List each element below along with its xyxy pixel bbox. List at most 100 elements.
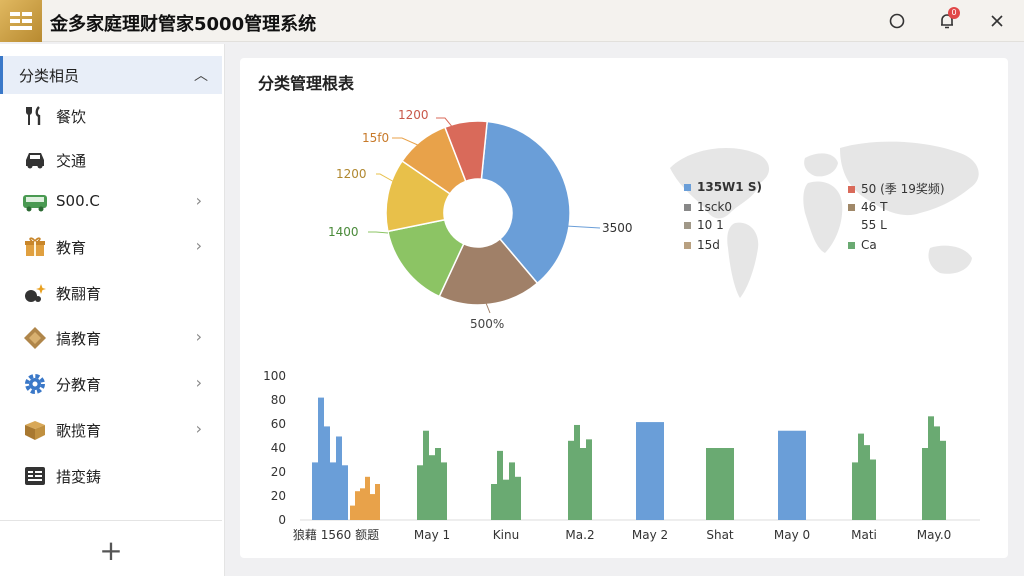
x-tick-label: Kinu: [493, 528, 519, 542]
y-tick-label: 20: [271, 489, 286, 503]
app-logo: [0, 0, 42, 42]
bar[interactable]: [792, 430, 806, 520]
close-icon[interactable]: [984, 8, 1010, 34]
bar[interactable]: [324, 426, 330, 520]
bar[interactable]: [940, 440, 946, 520]
bar[interactable]: [423, 430, 429, 520]
sidebar-header-label: 分类相员: [19, 67, 80, 85]
bar-chart: 100 80 60 40 20 20 0 狼藉 1560 额题 May 1 Kinu Ma.2 May…: [263, 369, 980, 542]
pie-label: 1200: [398, 108, 429, 122]
legend-item: Ca: [848, 238, 877, 252]
x-tick-label: May 2: [632, 528, 668, 542]
y-tick-label: 80: [271, 393, 286, 407]
x-tick-label: May.0: [917, 528, 952, 542]
legend-swatch: [848, 204, 855, 211]
notification-badge: 0: [948, 7, 960, 19]
sidebar-item-label: 教翮育: [56, 285, 102, 303]
sidebar-item-education[interactable]: 教育 ›: [0, 227, 222, 267]
bar[interactable]: [706, 448, 720, 520]
bar[interactable]: [336, 436, 342, 520]
fork-knife-icon: [22, 103, 48, 129]
legend-item: 10 1: [684, 218, 724, 232]
legend-swatch: [684, 242, 691, 249]
x-tick-label: 狼藉 1560 额题: [293, 527, 379, 542]
x-tick-label: May 0: [774, 528, 810, 542]
bar[interactable]: [580, 448, 586, 520]
sidebar-item-list[interactable]: 措変鋳: [0, 456, 222, 496]
bar[interactable]: [491, 484, 497, 520]
bar[interactable]: [858, 433, 864, 520]
bar[interactable]: [934, 426, 940, 520]
bar[interactable]: [515, 476, 521, 520]
bar[interactable]: [928, 416, 934, 520]
main-panel: 分类管理根表 1200 15f0 1200 1400 3500 500% 135…: [240, 58, 1008, 558]
legend-item: 135W1 S): [684, 180, 762, 194]
sidebar-item-label: 交通: [56, 152, 87, 170]
diamond-icon: [22, 325, 48, 351]
bar[interactable]: [417, 465, 423, 520]
x-tick-label: Ma.2: [565, 528, 594, 542]
legend-item: 15d: [684, 238, 720, 252]
app-title: 金多家庭理财管家5000管理系统: [50, 14, 317, 35]
sidebar-section-header[interactable]: 分类相员 ︿: [0, 56, 222, 94]
bar[interactable]: [503, 479, 509, 520]
bar[interactable]: [355, 491, 360, 520]
sidebar-item-diamond[interactable]: 搞教育 ›: [0, 318, 222, 358]
sidebar-item-settings[interactable]: 分教育 ›: [0, 364, 222, 404]
bar[interactable]: [509, 462, 515, 520]
y-tick-label: 100: [263, 369, 286, 383]
sidebar-item-sparkle[interactable]: 教翮育: [0, 273, 222, 313]
bar[interactable]: [574, 424, 580, 520]
bar[interactable]: [922, 448, 928, 520]
pie-label: 1400: [328, 225, 359, 239]
bar[interactable]: [342, 465, 348, 520]
bar[interactable]: [497, 450, 503, 520]
car-icon: [22, 147, 48, 173]
bar[interactable]: [586, 439, 592, 520]
sidebar-item-transport[interactable]: 交通: [0, 140, 222, 180]
bar[interactable]: [720, 448, 734, 520]
bar[interactable]: [365, 476, 370, 520]
bus-icon: [22, 189, 48, 215]
sidebar-item-box[interactable]: 歌揽育 ›: [0, 410, 222, 450]
bar[interactable]: [778, 430, 792, 520]
bar[interactable]: [435, 448, 441, 520]
bar[interactable]: [312, 462, 318, 520]
bar[interactable]: [650, 422, 664, 520]
sidebar-item-bus[interactable]: S00.C ›: [0, 182, 222, 222]
y-tick-label: 0: [278, 513, 286, 527]
pie-leader-line: [565, 225, 601, 229]
x-tick-label: Shat: [706, 528, 734, 542]
circle-icon[interactable]: [884, 8, 910, 34]
bar[interactable]: [350, 505, 355, 520]
bell-icon[interactable]: 0: [934, 7, 960, 34]
bar[interactable]: [330, 462, 336, 520]
sidebar: 分类相员 ︿ 餐饮 交通 S00.C › 教育 › 教翮育 搞教育 › 分教育 …: [0, 44, 225, 576]
sidebar-item-label: 搞教育: [56, 330, 102, 348]
sidebar-item-label: S00.C: [56, 192, 100, 210]
sidebar-item-dining[interactable]: 餐饮: [0, 96, 222, 136]
bar[interactable]: [360, 488, 365, 520]
legend-swatch: [684, 184, 691, 191]
legend-item: 46 T: [848, 200, 887, 214]
bar[interactable]: [441, 462, 447, 520]
bar[interactable]: [568, 440, 574, 520]
bar[interactable]: [852, 462, 858, 520]
sidebar-item-label: 餐饮: [56, 108, 87, 126]
bar[interactable]: [636, 422, 650, 520]
bar[interactable]: [864, 445, 870, 520]
bar[interactable]: [375, 484, 380, 520]
chevron-up-icon: ︿: [194, 68, 208, 84]
bar[interactable]: [318, 397, 324, 520]
x-tick-label: May 1: [414, 528, 450, 542]
chevron-right-icon: ›: [195, 419, 202, 438]
bar[interactable]: [370, 494, 375, 520]
pie-label: 3500: [602, 221, 633, 235]
pie-label: 500%: [470, 317, 505, 331]
legend-item: 55 L: [848, 218, 887, 232]
bar[interactable]: [870, 459, 876, 520]
bar[interactable]: [429, 455, 435, 520]
legend-swatch: [684, 204, 691, 211]
add-button[interactable]: +: [96, 536, 126, 566]
title-bar: 金多家庭理财管家5000管理系统 0: [0, 0, 1024, 42]
